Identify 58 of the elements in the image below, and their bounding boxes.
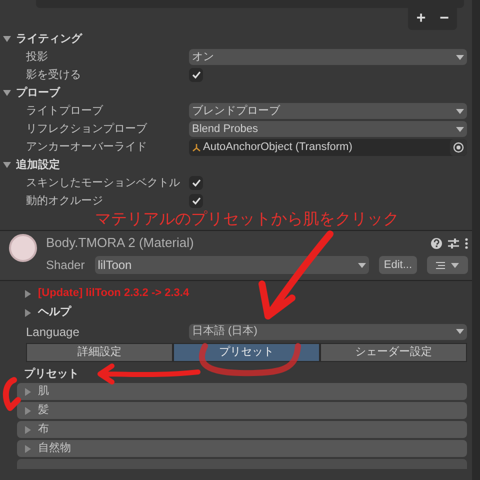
dropdown-caret-icon: [456, 126, 464, 132]
dropdown-caret-icon: [358, 262, 366, 268]
add-button[interactable]: +: [416, 10, 426, 28]
sliders-icon[interactable]: [448, 238, 459, 248]
dropdown[interactable]: オン: [189, 49, 467, 65]
field-label: 動的オクルージ: [26, 194, 103, 207]
section-header: 追加設定: [16, 158, 60, 173]
collapsed-arrow-icon[interactable]: [24, 308, 32, 316]
check-icon: [192, 197, 200, 205]
help-icon[interactable]: [431, 238, 442, 248]
expanded-arrow-icon[interactable]: [3, 35, 11, 43]
preset-item[interactable]: 髪: [17, 402, 467, 419]
dropdown[interactable]: ブレンドプローブ: [189, 103, 467, 119]
tab[interactable]: シェーダー設定: [320, 343, 467, 362]
check-icon: [192, 71, 200, 79]
section-header: プローブ: [16, 86, 60, 101]
expanded-arrow-icon[interactable]: [3, 89, 11, 97]
language-dropdown[interactable]: 日本語 (日本): [189, 324, 467, 340]
dropdown[interactable]: Blend Probes: [189, 121, 467, 137]
language-label: Language: [26, 324, 80, 340]
dropdown-caret-icon: [456, 108, 464, 114]
field-label: リフレクションプローブ: [26, 122, 147, 135]
object-field[interactable]: AutoAnchorObject (Transform): [189, 138, 467, 156]
shader-dropdown[interactable]: lilToon: [94, 256, 369, 274]
edit-button[interactable]: Edit...: [378, 256, 417, 274]
checkbox[interactable]: [189, 194, 203, 208]
material-preview-icon: [9, 234, 37, 262]
tab[interactable]: プリセット: [173, 343, 320, 362]
collapsed-arrow-icon[interactable]: [24, 290, 32, 298]
object-picker-icon[interactable]: [450, 138, 467, 156]
more-icon[interactable]: [465, 238, 468, 248]
preset-item[interactable]: 肌: [17, 383, 467, 400]
field-label: アンカーオーバーライド: [26, 140, 147, 153]
dropdown-caret-icon: [451, 262, 459, 268]
field-label: 影を受ける: [26, 68, 81, 81]
annotation-text: マテリアルのプリセットから肌をクリック: [95, 210, 399, 230]
list-icon: [436, 262, 445, 268]
dropdown-caret-icon: [456, 329, 464, 334]
field-label: ライトプローブ: [26, 104, 103, 117]
section-header: プリセット: [24, 366, 79, 382]
menu-dropdown[interactable]: [427, 256, 468, 274]
material-title: Body.TMORA 2 (Material): [46, 234, 194, 252]
field-label: スキンしたモーションベクトル: [26, 176, 180, 189]
preset-item[interactable]: 布: [17, 421, 467, 438]
shader-label: Shader: [46, 257, 85, 274]
preset-item[interactable]: 自然物: [17, 440, 467, 457]
annotation-scribble: [2, 377, 21, 411]
checkbox[interactable]: [189, 68, 203, 82]
expanded-arrow-icon[interactable]: [3, 161, 11, 169]
transform-icon: [192, 142, 201, 152]
remove-button[interactable]: −: [440, 10, 449, 28]
dropdown-caret-icon: [456, 54, 464, 60]
check-icon: [192, 179, 200, 187]
tab[interactable]: 詳細設定: [26, 343, 173, 362]
field-label: 投影: [26, 50, 48, 63]
foldout-label[interactable]: ヘルプ: [38, 304, 71, 321]
checkbox[interactable]: [189, 176, 203, 190]
section-header: ライティング: [16, 32, 82, 47]
